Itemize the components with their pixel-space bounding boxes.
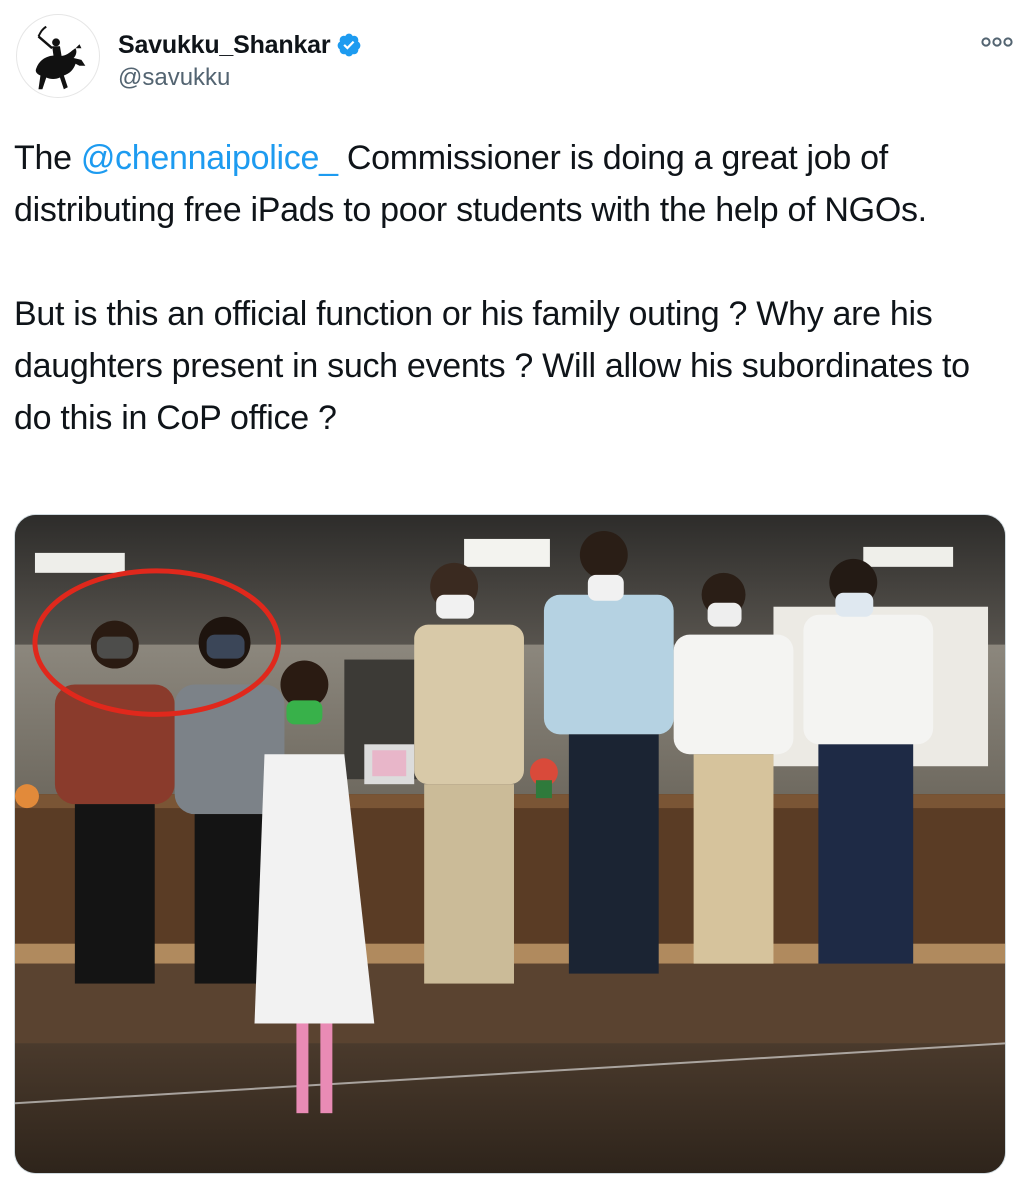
more-options-icon [981, 37, 1013, 47]
mention-link[interactable]: @chennaipolice_ [81, 139, 338, 177]
avatar[interactable] [16, 14, 100, 98]
tweet-text: The @chennaipolice_ Commissioner is doin… [14, 132, 1014, 444]
tweet-header: Savukku_Shankar @savukku [16, 14, 1020, 104]
display-name-row: Savukku_Shankar [118, 28, 362, 62]
user-names: Savukku_Shankar @savukku [118, 28, 362, 92]
event-photo [15, 515, 1005, 1173]
tweet-card: Savukku_Shankar @savukku The @chennaipol… [0, 0, 1036, 1200]
horse-rider-silhouette-icon [35, 25, 86, 90]
tweet-text-prefix: The [14, 139, 81, 177]
tweet-paragraph-1: The @chennaipolice_ Commissioner is doin… [14, 132, 1014, 236]
user-handle[interactable]: @savukku [118, 64, 362, 92]
more-options-button[interactable] [980, 32, 1014, 52]
display-name[interactable]: Savukku_Shankar [118, 31, 331, 60]
verified-badge-icon [336, 32, 362, 58]
tweet-photo[interactable] [14, 514, 1006, 1174]
tweet-paragraph-2: But is this an official function or his … [14, 295, 970, 437]
